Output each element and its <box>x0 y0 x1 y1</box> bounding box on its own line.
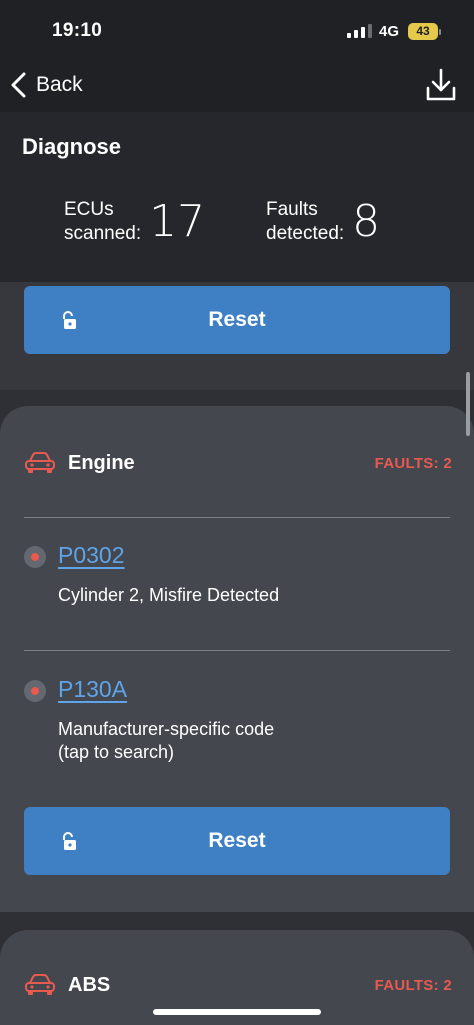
divider <box>24 650 450 651</box>
nav-bar: Back <box>0 62 474 112</box>
ecu-faults-count: FAULTS: 2 <box>374 454 452 472</box>
faults-detected-label: Faults detected: <box>266 198 344 246</box>
battery-icon: 43 <box>408 23 438 40</box>
faults-detected-value: 8 <box>352 196 381 247</box>
fault-description-line1: Manufacturer-specific code <box>58 719 275 739</box>
fault-description-line2: (tap to search) <box>58 742 175 762</box>
ecus-label-line2: scanned: <box>64 223 142 244</box>
fault-description-line1: Cylinder 2, Misfire Detected <box>58 585 280 605</box>
status-time: 19:10 <box>52 20 103 41</box>
divider <box>24 517 450 518</box>
faults-label-line2: detected: <box>266 223 345 244</box>
ecu-name: ABS <box>68 973 111 996</box>
status-bar: 19:10 4G 43 <box>0 0 474 62</box>
fault-description: Cylinder 2, Misfire Detected <box>58 584 438 607</box>
fault-status-dot <box>24 546 46 568</box>
reset-button[interactable]: Reset <box>24 807 450 875</box>
reset-label: Reset <box>208 308 266 331</box>
diagnose-header: Diagnose ECUs scanned: 17 Faults detecte… <box>0 112 474 282</box>
fault-description[interactable]: Manufacturer-specific code (tap to searc… <box>58 718 438 764</box>
ecus-scanned-label: ECUs scanned: <box>64 198 141 246</box>
page-title: Diagnose <box>22 134 122 159</box>
chevron-left-icon <box>11 72 26 98</box>
ecu-faults-count: FAULTS: 2 <box>374 976 452 994</box>
fault-code-link[interactable]: P0302 <box>58 542 125 569</box>
signal-icon <box>347 24 372 38</box>
diagnose-screen: 19:10 4G 43 Back Diagnose ECUs scanned: … <box>0 0 474 1025</box>
ecu-header[interactable]: ABS FAULTS: 2 <box>24 970 452 1000</box>
battery-cap <box>439 29 441 35</box>
scrollbar[interactable] <box>466 372 470 436</box>
fault-item: P0302 Cylinder 2, Misfire Detected <box>24 542 450 622</box>
fault-code-link[interactable]: P130A <box>58 676 127 703</box>
car-icon <box>25 974 55 995</box>
unlock-icon <box>63 832 76 850</box>
home-indicator[interactable] <box>153 1009 321 1015</box>
back-button[interactable]: Back <box>10 70 83 100</box>
reset-label: Reset <box>208 829 266 852</box>
ecu-card-engine: Engine FAULTS: 2 P0302 Cylinder 2, Misfi… <box>0 406 474 912</box>
ecus-scanned-stat: ECUs scanned: 17 <box>64 198 205 246</box>
ecus-label-line1: ECUs <box>64 199 114 220</box>
previous-ecu-section: Reset <box>0 282 474 390</box>
faults-detected-stat: Faults detected: 8 <box>266 198 380 246</box>
ecu-header[interactable]: Engine FAULTS: 2 <box>24 448 452 478</box>
reset-button[interactable]: Reset <box>24 286 450 354</box>
car-icon <box>25 452 55 473</box>
back-label: Back <box>36 73 83 96</box>
download-icon[interactable] <box>424 66 458 104</box>
ecu-name: Engine <box>68 451 135 474</box>
fault-item: P130A Manufacturer-specific code (tap to… <box>24 676 450 776</box>
unlock-icon <box>63 311 76 329</box>
ecus-scanned-value: 17 <box>149 196 206 247</box>
network-type: 4G <box>379 23 400 40</box>
faults-label-line1: Faults <box>266 199 318 220</box>
fault-status-dot <box>24 680 46 702</box>
